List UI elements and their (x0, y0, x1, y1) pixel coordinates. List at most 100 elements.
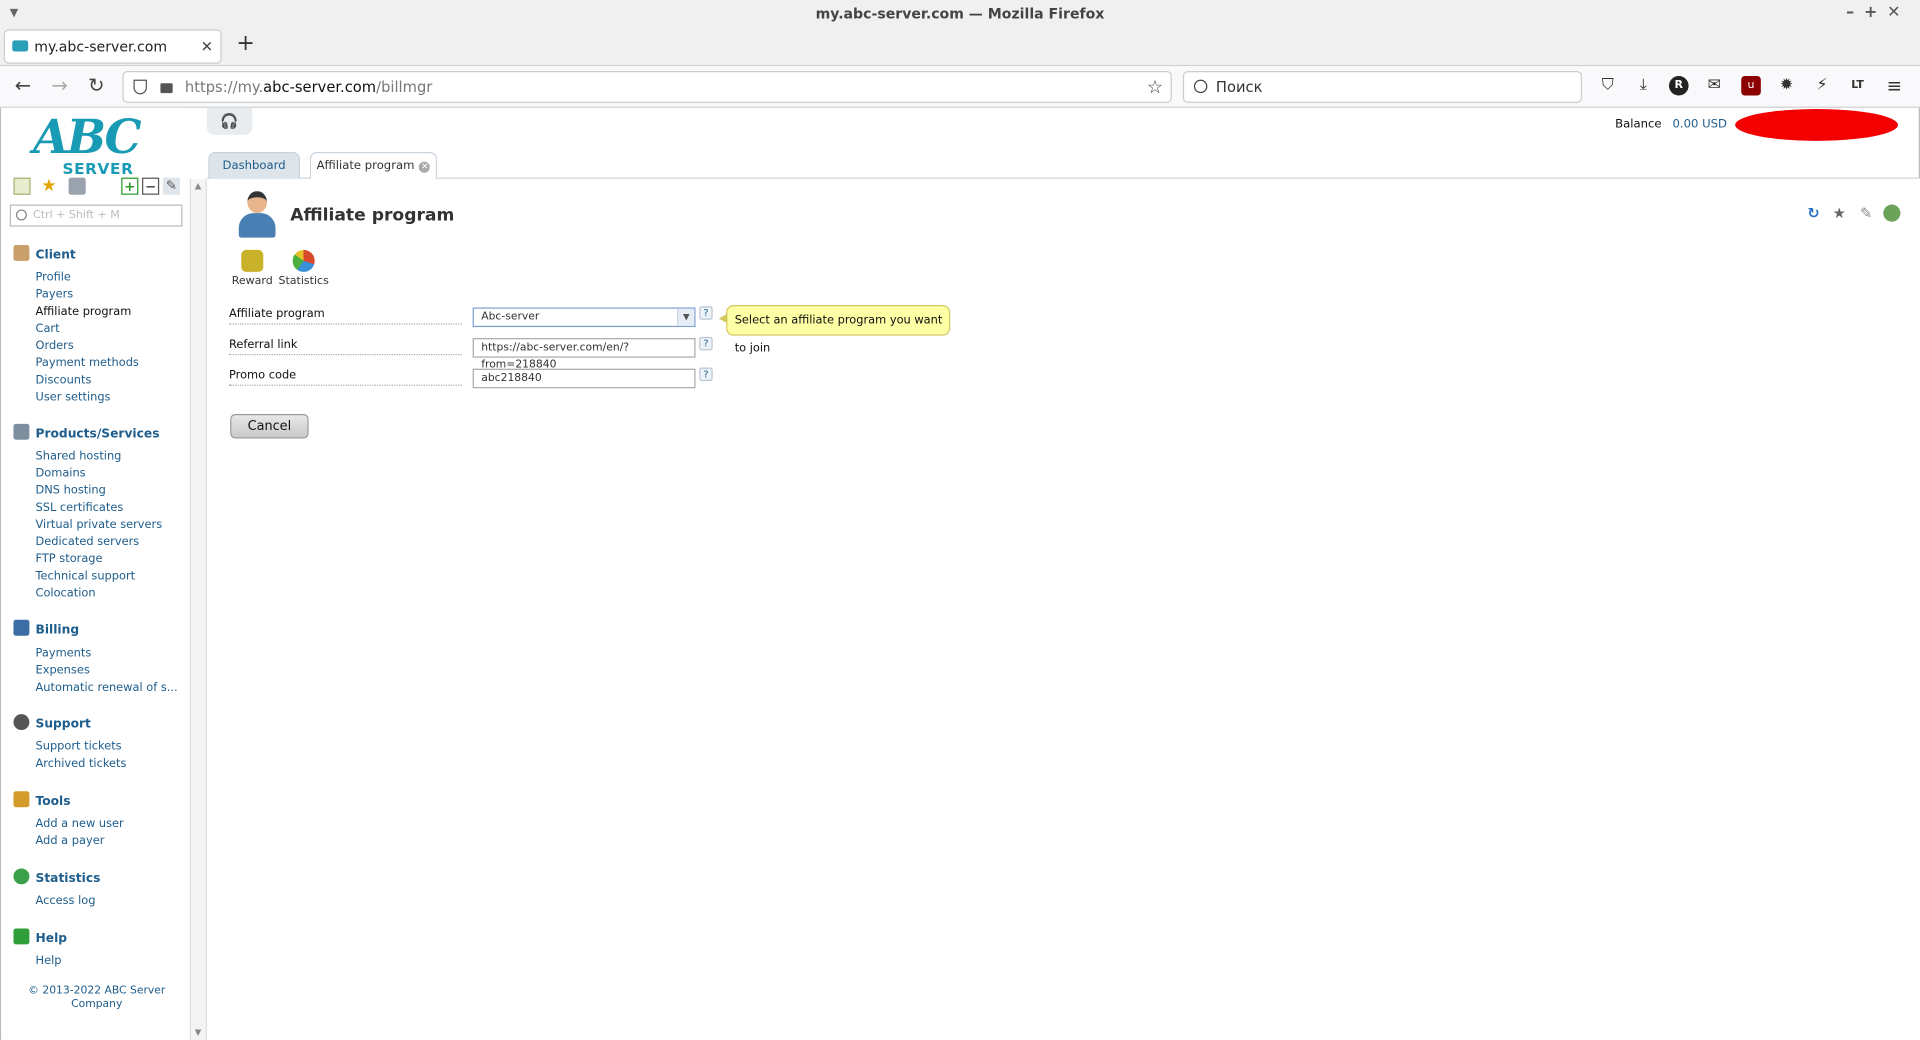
cancel-button[interactable]: Cancel (230, 414, 309, 439)
scroll-up-icon[interactable]: ▲ (195, 181, 202, 191)
sidebar-item-technical-support[interactable]: Technical support (36, 570, 136, 583)
sidebar-item-support-tickets[interactable]: Support tickets (36, 740, 122, 753)
back-icon[interactable]: ← (15, 73, 31, 96)
close-tab-icon[interactable]: ✕ (201, 31, 213, 63)
help-icon[interactable]: ? (699, 367, 713, 381)
sidebar-item-profile[interactable]: Profile (36, 271, 71, 284)
abc-server-logo[interactable]: ABC SERVER (33, 110, 160, 179)
close-tab-icon[interactable]: ✕ (419, 161, 431, 173)
sidebar-item-help[interactable]: Help (36, 954, 62, 967)
lock-icon[interactable] (160, 83, 173, 94)
extension-r-icon[interactable]: R (1668, 75, 1689, 96)
briefcase-icon[interactable] (68, 177, 86, 195)
extension-lt-icon[interactable]: LT (1848, 76, 1868, 96)
ublock-icon[interactable]: u (1741, 75, 1761, 96)
window-menu-icon[interactable]: ▼ (10, 0, 18, 27)
sidebar-item-expenses[interactable]: Expenses (36, 664, 90, 677)
affiliate-program-value: Abc-server (481, 311, 540, 324)
statistics-button[interactable]: Statistics (277, 249, 331, 288)
sidebar-section-help[interactable]: Help (13, 928, 67, 946)
sidebar-item-archived-tickets[interactable]: Archived tickets (36, 757, 127, 770)
lightning-icon[interactable]: ⚡ (1812, 76, 1832, 96)
chevron-down-icon[interactable]: ▼ (677, 308, 695, 326)
extension-gear-icon[interactable]: ✹ (1777, 76, 1797, 96)
shield-icon[interactable] (133, 79, 147, 95)
affiliate-program-select[interactable]: Abc-server ▼ (472, 307, 696, 328)
search-placeholder: Поиск (1215, 78, 1263, 96)
url-path: /billmgr (376, 78, 433, 96)
redacted-username (1735, 109, 1898, 141)
client-icon (13, 244, 30, 261)
sidebar-section-statistics[interactable]: Statistics (13, 868, 100, 886)
scroll-down-icon[interactable]: ▼ (195, 1028, 202, 1038)
hamburger-menu-icon[interactable]: ≡ (1885, 76, 1905, 96)
bookmark-star-icon[interactable]: ☆ (1147, 72, 1163, 101)
pin-icon[interactable]: ✎ (1858, 205, 1875, 222)
sidebar-item-user-settings[interactable]: User settings (36, 391, 111, 404)
sidebar-item-shared-hosting[interactable]: Shared hosting (36, 450, 122, 463)
pin-icon[interactable]: ✎ (162, 177, 181, 195)
help-icon[interactable]: ? (699, 336, 713, 351)
reload-icon[interactable]: ↻ (88, 73, 104, 96)
sidebar-item-payers[interactable]: Payers (36, 288, 74, 301)
sidebar-item-vps[interactable]: Virtual private servers (36, 518, 163, 531)
sidebar-section-billing[interactable]: Billing (13, 619, 79, 637)
sidebar-item-payment-methods[interactable]: Payment methods (36, 356, 139, 369)
help-book-icon (13, 928, 30, 945)
sidebar-item-colocation[interactable]: Colocation (36, 587, 96, 600)
sidebar-section-client[interactable]: Client (13, 244, 76, 262)
sidebar-item-ftp-storage[interactable]: FTP storage (36, 552, 103, 565)
sidebar-item-add-payer[interactable]: Add a payer (36, 834, 105, 847)
promo-code-field[interactable]: abc218840 (472, 368, 696, 389)
download-icon[interactable]: ⤓ (1633, 76, 1653, 96)
menu-tree-icon[interactable] (13, 177, 31, 195)
reward-button[interactable]: Reward (225, 249, 279, 288)
sidebar-item-payments[interactable]: Payments (36, 647, 92, 660)
globe-icon[interactable] (1883, 204, 1901, 222)
url-prefix: https://my. (184, 78, 264, 96)
favorites-star-icon[interactable]: ★ (40, 178, 57, 195)
expand-all-icon[interactable]: + (121, 177, 139, 195)
browser-tab[interactable]: my.abc-server.com ✕ (3, 29, 222, 64)
sidebar-item-dedicated-servers[interactable]: Dedicated servers (36, 535, 140, 548)
sidebar-item-affiliate-program[interactable]: Affiliate program (36, 305, 132, 318)
window-controls[interactable]: –+✕ (1846, 0, 1910, 27)
sidebar-section-support[interactable]: Support (13, 714, 91, 731)
help-icon[interactable]: ? (699, 306, 713, 320)
tab-affiliate-label: Affiliate program (316, 159, 415, 173)
tab-dashboard[interactable]: Dashboard (208, 151, 301, 179)
referral-link-field[interactable]: https://abc-server.com/en/?from=218840 (472, 338, 696, 371)
sidebar-item-dns-hosting[interactable]: DNS hosting (36, 484, 106, 497)
browser-search-input[interactable]: Поиск (1182, 71, 1583, 103)
collapse-all-icon[interactable]: − (142, 177, 160, 195)
sidebar-item-discounts[interactable]: Discounts (36, 374, 92, 387)
sidebar-section-tools[interactable]: Tools (13, 791, 71, 808)
sidebar-search-input[interactable]: Ctrl + Shift + M (9, 204, 183, 227)
pie-chart-icon (292, 249, 315, 272)
notifications-button[interactable]: 🎧 (206, 107, 253, 135)
pocket-icon[interactable]: ⛉ (1598, 76, 1618, 96)
sidebar-item-add-new-user[interactable]: Add a new user (36, 817, 124, 830)
sidebar-section-products[interactable]: Products/Services (13, 423, 159, 441)
search-icon (1193, 79, 1208, 94)
favorite-star-icon[interactable]: ★ (1831, 205, 1848, 222)
tab-affiliate-program[interactable]: Affiliate program ✕ (309, 151, 438, 181)
tools-icon (13, 791, 30, 808)
sidebar-splitter[interactable]: ▲ ▼ (189, 178, 207, 1040)
new-tab-icon[interactable]: + (236, 31, 254, 57)
refresh-icon[interactable]: ↻ (1805, 205, 1822, 222)
sidebar-item-automatic-renewal[interactable]: Automatic renewal of s... (36, 681, 178, 694)
favicon-icon (12, 40, 29, 52)
sidebar-item-cart[interactable]: Cart (36, 322, 60, 335)
tooltip: Select an affiliate program you want to … (718, 305, 951, 355)
sidebar-item-domains[interactable]: Domains (36, 467, 86, 480)
forward-icon[interactable]: → (51, 73, 67, 96)
sidebar-item-ssl-certificates[interactable]: SSL certificates (36, 501, 124, 514)
billing-icon (13, 619, 30, 636)
mail-icon[interactable]: ✉ (1705, 76, 1725, 96)
browser-navbar: ← → ↻ https://my.abc-server.com/billmgr … (0, 66, 1920, 108)
url-bar[interactable]: https://my.abc-server.com/billmgr ☆ (122, 71, 1172, 103)
browser-tabbar: my.abc-server.com ✕ + (0, 26, 1920, 67)
sidebar-item-access-log[interactable]: Access log (36, 894, 96, 907)
sidebar-item-orders[interactable]: Orders (36, 339, 74, 352)
